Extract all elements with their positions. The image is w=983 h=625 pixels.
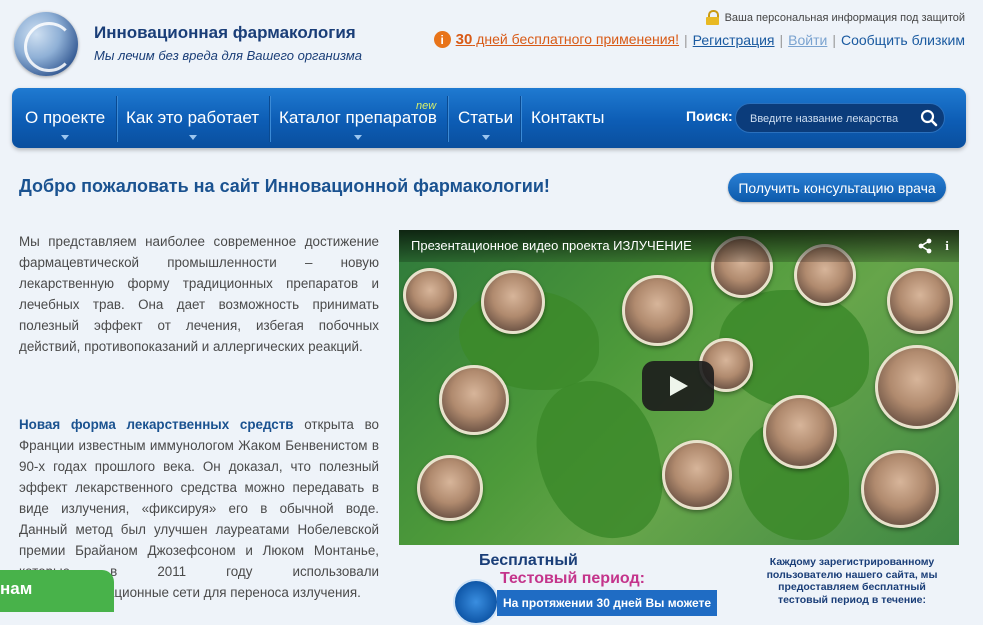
video-portrait — [887, 268, 953, 334]
security-text: Ваша персональная информация под защитой — [724, 11, 965, 24]
trial-note: Каждому зарегистрированному пользователю… — [766, 556, 938, 606]
nav-item-label: Статьи — [458, 108, 514, 127]
clock-icon — [453, 579, 499, 625]
highlight-text: Новая форма лекарственных средств — [19, 417, 294, 432]
search-icon[interactable] — [920, 109, 938, 127]
nav-item-articles[interactable]: Статьи — [458, 88, 513, 148]
separator: | — [684, 31, 688, 48]
register-link[interactable]: Регистрация — [693, 32, 775, 48]
video-player[interactable]: Презентационное видео проекта ИЗЛУЧЕНИЕ … — [399, 230, 959, 545]
free-trial-number: 30 — [455, 31, 473, 48]
chevron-down-icon — [61, 135, 70, 140]
nav-divider — [447, 96, 449, 142]
nav-item-label: Каталог препаратов — [279, 108, 437, 127]
free-trial-text: дней бесплатного применения! — [472, 31, 680, 47]
video-portrait — [875, 345, 959, 429]
new-badge: new — [416, 100, 437, 112]
nav-item-label: О проекте — [25, 108, 106, 127]
intro-paragraph: Мы представляем наиболее современное дос… — [19, 234, 379, 354]
video-portrait — [481, 270, 545, 334]
contact-us-tab[interactable]: нам — [0, 570, 114, 612]
nav-divider — [116, 96, 118, 142]
info-icon: i — [433, 31, 451, 48]
nav-item-about[interactable]: О проекте — [25, 88, 105, 148]
nav-divider — [269, 96, 271, 142]
video-portrait — [763, 395, 837, 469]
tell-friends-link[interactable]: Сообщить близким — [841, 32, 965, 48]
logo[interactable] — [14, 12, 78, 76]
nav-item-how-it-works[interactable]: Как это работает — [126, 88, 259, 148]
video-portrait — [417, 455, 483, 521]
nav-item-label: Как это работает — [126, 108, 260, 127]
trial-description-bar: На протяжении 30 дней Вы можете — [497, 590, 717, 616]
chevron-down-icon — [353, 135, 362, 140]
separator: | — [832, 31, 836, 48]
site-header: Инновационная фармакология Мы лечим без … — [0, 0, 983, 88]
top-links: i 30 дней бесплатного применения! | Реги… — [433, 31, 965, 48]
search-box — [735, 103, 945, 133]
free-heading: Бесплатный — [479, 552, 578, 569]
nav-divider — [520, 96, 522, 142]
video-info-icon[interactable]: i — [939, 238, 955, 254]
nav-item-catalog[interactable]: Каталог препаратов — [279, 88, 437, 148]
brand-title[interactable]: Инновационная фармакология — [94, 23, 356, 43]
page-title: Добро пожаловать на сайт Инновационной ф… — [19, 176, 550, 196]
chevron-down-icon — [481, 135, 490, 140]
play-button[interactable] — [642, 361, 714, 411]
chevron-down-icon — [188, 135, 197, 140]
nav-item-contacts[interactable]: Контакты — [531, 88, 604, 148]
nav-item-label: Контакты — [531, 108, 605, 127]
separator: | — [779, 31, 784, 48]
share-icon[interactable] — [917, 238, 933, 254]
login-link[interactable]: Войти — [788, 32, 827, 48]
security-notice: Ваша персональная информация под защитой — [705, 10, 965, 25]
video-portrait — [622, 275, 693, 346]
video-portrait — [861, 450, 939, 528]
test-period-heading: Тестовый период: — [500, 570, 645, 587]
video-portrait — [403, 268, 457, 322]
video-title[interactable]: Презентационное видео проекта ИЗЛУЧЕНИЕ — [399, 230, 959, 262]
search-input[interactable] — [748, 110, 912, 128]
free-trial-link[interactable]: 30 дней бесплатного применения! — [456, 31, 679, 48]
video-portrait — [662, 440, 732, 510]
search-label: Поиск: — [686, 108, 733, 124]
doctor-consultation-button[interactable]: Получить консультацию врача — [728, 173, 946, 202]
lock-icon — [705, 10, 719, 25]
video-portrait — [439, 365, 509, 435]
brand-subtitle: Мы лечим без вреда для Вашего организма — [94, 48, 362, 63]
